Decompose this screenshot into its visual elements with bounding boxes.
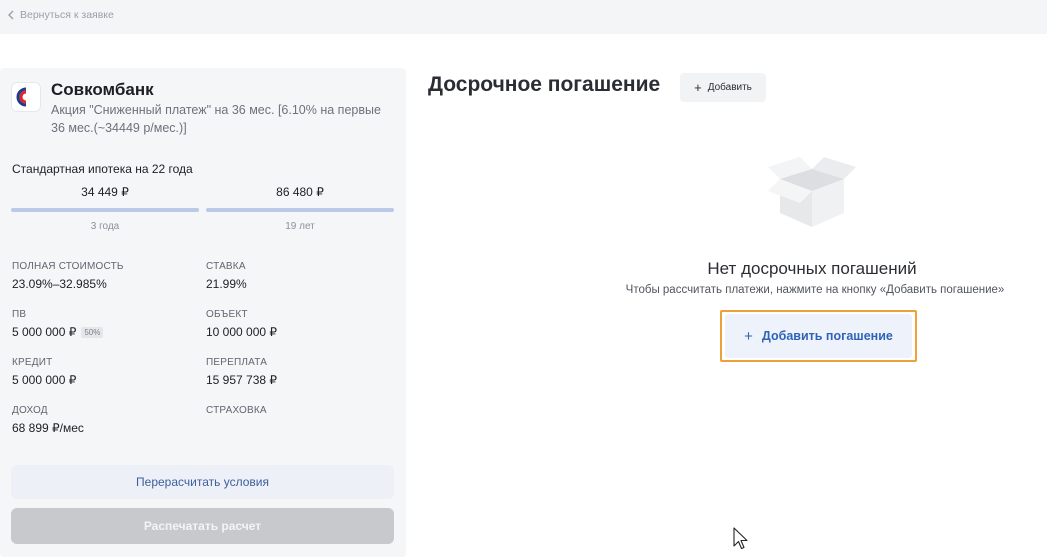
detail-credit: КРЕДИТ 5 000 000 ₽ (12, 357, 192, 387)
detail-label: СТРАХОВКА (206, 405, 267, 416)
payment-segment: 34 449 ₽ 3 года (11, 185, 199, 232)
add-button-label: Добавить (707, 82, 752, 93)
detail-object: ОБЪЕКТ 10 000 000 ₽ (206, 309, 386, 339)
detail-value: 10 000 000 ₽ (206, 325, 278, 339)
detail-value: 15 957 738 ₽ (206, 373, 278, 387)
detail-value: 23.09%–32.985% (12, 277, 107, 291)
print-calculation-button[interactable]: Распечатать расчет (11, 508, 394, 544)
mouse-pointer-icon (733, 527, 748, 550)
detail-insurance: СТРАХОВКА (206, 405, 386, 416)
back-link-label: Вернуться к заявке (20, 9, 114, 21)
segment-duration: 19 лет (285, 221, 315, 232)
bank-offer-card: Совкомбанк Акция "Сниженный платеж" на 3… (0, 68, 406, 557)
bank-logo (12, 83, 40, 111)
segment-amount: 34 449 ₽ (81, 185, 129, 199)
detail-value-row: 5 000 000 ₽ 50% (12, 325, 192, 339)
segment-bar (11, 208, 199, 212)
page-title: Досрочное погашение (428, 73, 661, 96)
segment-amount: 86 480 ₽ (276, 185, 324, 199)
detail-label: КРЕДИТ (12, 357, 53, 368)
add-payment-button-highlight: + Добавить погашение (720, 310, 917, 362)
chevron-left-icon (8, 10, 14, 20)
empty-state-title: Нет досрочных погашений (707, 259, 917, 278)
add-payment-button[interactable]: + Добавить погашение (725, 314, 912, 358)
detail-value: 5 000 000 ₽ (12, 373, 77, 387)
segment-duration: 3 года (90, 221, 120, 232)
top-bar: Вернуться к заявке (0, 0, 1047, 34)
detail-label: ПЕРЕПЛАТА (206, 357, 268, 368)
down-payment-percent-badge: 50% (81, 326, 104, 338)
empty-state-description: Чтобы рассчитать платежи, нажмите на кно… (625, 284, 1005, 296)
detail-full-cost: ПОЛНАЯ СТОИМОСТЬ 23.09%–32.985% (12, 261, 192, 291)
detail-value: 68 899 ₽/мес (12, 421, 84, 435)
bank-promo-text: Акция "Сниженный платеж" на 36 мес. [6.1… (51, 103, 381, 135)
detail-value: 21.99% (206, 277, 247, 291)
detail-value: 5 000 000 ₽ (12, 325, 77, 339)
segment-bar (206, 208, 394, 212)
detail-overpayment: ПЕРЕПЛАТА 15 957 738 ₽ (206, 357, 386, 387)
detail-label: СТАВКА (206, 261, 246, 272)
payment-segment: 86 480 ₽ 19 лет (206, 185, 394, 232)
mortgage-program-title: Стандартная ипотека на 22 года (12, 162, 193, 176)
open-box-icon (768, 157, 856, 227)
bank-name: Совкомбанк (51, 80, 154, 99)
plus-icon: + (694, 80, 702, 95)
detail-label: ПОЛНАЯ СТОИМОСТЬ (12, 261, 124, 272)
add-early-payment-button[interactable]: + Добавить (680, 73, 766, 102)
recalculate-conditions-button[interactable]: Перерасчитать условия (11, 465, 394, 499)
detail-label: ДОХОД (12, 405, 48, 416)
detail-rate: СТАВКА 21.99% (206, 261, 386, 291)
add-payment-label: Добавить погашение (761, 329, 893, 343)
detail-label: ПВ (12, 309, 27, 320)
back-to-application-link[interactable]: Вернуться к заявке (7, 9, 114, 21)
detail-income: ДОХОД 68 899 ₽/мес (12, 405, 192, 435)
plus-icon: + (744, 327, 753, 345)
detail-label: ОБЪЕКТ (206, 309, 248, 320)
detail-down-payment: ПВ 5 000 000 ₽ 50% (12, 309, 192, 339)
